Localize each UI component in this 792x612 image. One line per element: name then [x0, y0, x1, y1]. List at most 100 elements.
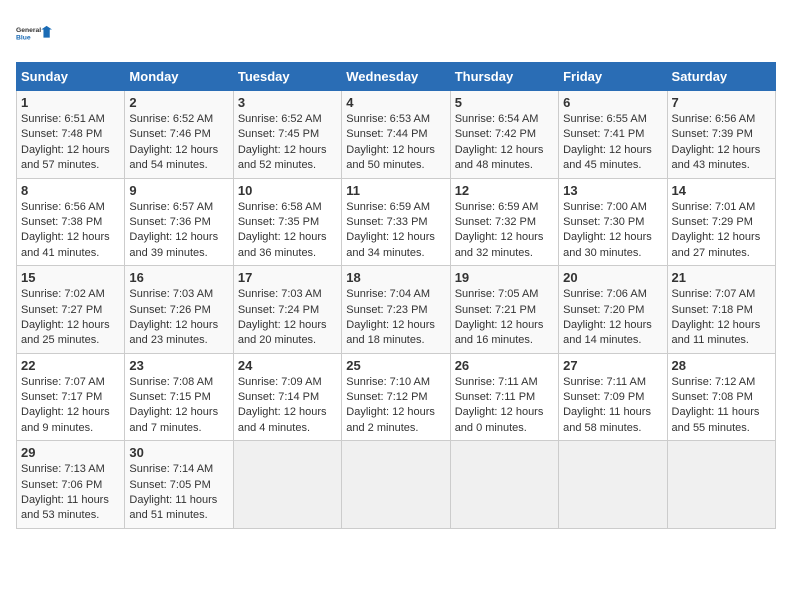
sunrise-text: Sunrise: 7:13 AM [21, 462, 120, 477]
day-number: 17 [238, 270, 337, 285]
calendar-cell: 5 Sunrise: 6:54 AM Sunset: 7:42 PM Dayli… [450, 91, 558, 179]
calendar-cell: 23 Sunrise: 7:08 AM Sunset: 7:15 PM Dayl… [125, 353, 233, 441]
sunset-text: Sunset: 7:38 PM [21, 215, 120, 230]
calendar-cell: 7 Sunrise: 6:56 AM Sunset: 7:39 PM Dayli… [667, 91, 775, 179]
day-number: 4 [346, 95, 445, 110]
sunrise-text: Sunrise: 7:05 AM [455, 287, 554, 302]
sunset-text: Sunset: 7:32 PM [455, 215, 554, 230]
daylight-text: Daylight: 12 hours and 27 minutes. [672, 230, 771, 261]
sunrise-text: Sunrise: 7:04 AM [346, 287, 445, 302]
calendar-cell: 20 Sunrise: 7:06 AM Sunset: 7:20 PM Dayl… [559, 266, 667, 354]
sunset-text: Sunset: 7:09 PM [563, 390, 662, 405]
calendar-table: SundayMondayTuesdayWednesdayThursdayFrid… [16, 62, 776, 529]
calendar-cell: 22 Sunrise: 7:07 AM Sunset: 7:17 PM Dayl… [17, 353, 125, 441]
page-header: General Blue [16, 16, 776, 52]
sunset-text: Sunset: 7:23 PM [346, 303, 445, 318]
calendar-cell: 29 Sunrise: 7:13 AM Sunset: 7:06 PM Dayl… [17, 441, 125, 529]
calendar-cell: 3 Sunrise: 6:52 AM Sunset: 7:45 PM Dayli… [233, 91, 341, 179]
sunrise-text: Sunrise: 6:52 AM [238, 112, 337, 127]
day-info: Sunrise: 7:11 AM Sunset: 7:09 PM Dayligh… [563, 375, 662, 437]
calendar-week-row: 8 Sunrise: 6:56 AM Sunset: 7:38 PM Dayli… [17, 178, 776, 266]
calendar-cell: 30 Sunrise: 7:14 AM Sunset: 7:05 PM Dayl… [125, 441, 233, 529]
daylight-text: Daylight: 12 hours and 16 minutes. [455, 318, 554, 349]
daylight-text: Daylight: 12 hours and 0 minutes. [455, 405, 554, 436]
calendar-cell: 15 Sunrise: 7:02 AM Sunset: 7:27 PM Dayl… [17, 266, 125, 354]
day-info: Sunrise: 7:06 AM Sunset: 7:20 PM Dayligh… [563, 287, 662, 349]
weekday-header-saturday: Saturday [667, 63, 775, 91]
day-number: 13 [563, 183, 662, 198]
daylight-text: Daylight: 12 hours and 23 minutes. [129, 318, 228, 349]
sunset-text: Sunset: 7:20 PM [563, 303, 662, 318]
day-number: 1 [21, 95, 120, 110]
calendar-cell [233, 441, 341, 529]
logo: General Blue [16, 16, 52, 52]
sunset-text: Sunset: 7:27 PM [21, 303, 120, 318]
calendar-week-row: 22 Sunrise: 7:07 AM Sunset: 7:17 PM Dayl… [17, 353, 776, 441]
day-info: Sunrise: 7:13 AM Sunset: 7:06 PM Dayligh… [21, 462, 120, 524]
calendar-cell: 13 Sunrise: 7:00 AM Sunset: 7:30 PM Dayl… [559, 178, 667, 266]
weekday-header-friday: Friday [559, 63, 667, 91]
sunset-text: Sunset: 7:29 PM [672, 215, 771, 230]
sunrise-text: Sunrise: 6:59 AM [346, 200, 445, 215]
daylight-text: Daylight: 11 hours and 55 minutes. [672, 405, 771, 436]
calendar-cell: 2 Sunrise: 6:52 AM Sunset: 7:46 PM Dayli… [125, 91, 233, 179]
day-number: 8 [21, 183, 120, 198]
calendar-week-row: 29 Sunrise: 7:13 AM Sunset: 7:06 PM Dayl… [17, 441, 776, 529]
daylight-text: Daylight: 12 hours and 54 minutes. [129, 143, 228, 174]
day-number: 19 [455, 270, 554, 285]
daylight-text: Daylight: 12 hours and 43 minutes. [672, 143, 771, 174]
day-info: Sunrise: 7:07 AM Sunset: 7:18 PM Dayligh… [672, 287, 771, 349]
day-info: Sunrise: 7:00 AM Sunset: 7:30 PM Dayligh… [563, 200, 662, 262]
sunset-text: Sunset: 7:44 PM [346, 127, 445, 142]
daylight-text: Daylight: 11 hours and 58 minutes. [563, 405, 662, 436]
day-number: 16 [129, 270, 228, 285]
sunset-text: Sunset: 7:21 PM [455, 303, 554, 318]
day-number: 22 [21, 358, 120, 373]
calendar-cell [559, 441, 667, 529]
sunrise-text: Sunrise: 7:14 AM [129, 462, 228, 477]
sunrise-text: Sunrise: 7:01 AM [672, 200, 771, 215]
calendar-cell: 4 Sunrise: 6:53 AM Sunset: 7:44 PM Dayli… [342, 91, 450, 179]
day-number: 7 [672, 95, 771, 110]
calendar-week-row: 15 Sunrise: 7:02 AM Sunset: 7:27 PM Dayl… [17, 266, 776, 354]
sunrise-text: Sunrise: 6:55 AM [563, 112, 662, 127]
day-info: Sunrise: 7:03 AM Sunset: 7:26 PM Dayligh… [129, 287, 228, 349]
day-number: 24 [238, 358, 337, 373]
sunset-text: Sunset: 7:33 PM [346, 215, 445, 230]
day-info: Sunrise: 6:59 AM Sunset: 7:33 PM Dayligh… [346, 200, 445, 262]
day-info: Sunrise: 7:14 AM Sunset: 7:05 PM Dayligh… [129, 462, 228, 524]
day-number: 28 [672, 358, 771, 373]
day-number: 10 [238, 183, 337, 198]
calendar-cell [342, 441, 450, 529]
sunrise-text: Sunrise: 6:58 AM [238, 200, 337, 215]
daylight-text: Daylight: 12 hours and 45 minutes. [563, 143, 662, 174]
sunset-text: Sunset: 7:17 PM [21, 390, 120, 405]
weekday-header-monday: Monday [125, 63, 233, 91]
calendar-cell [667, 441, 775, 529]
day-info: Sunrise: 6:51 AM Sunset: 7:48 PM Dayligh… [21, 112, 120, 174]
sunrise-text: Sunrise: 7:11 AM [455, 375, 554, 390]
calendar-cell: 18 Sunrise: 7:04 AM Sunset: 7:23 PM Dayl… [342, 266, 450, 354]
calendar-cell [450, 441, 558, 529]
sunset-text: Sunset: 7:48 PM [21, 127, 120, 142]
day-info: Sunrise: 7:05 AM Sunset: 7:21 PM Dayligh… [455, 287, 554, 349]
calendar-week-row: 1 Sunrise: 6:51 AM Sunset: 7:48 PM Dayli… [17, 91, 776, 179]
sunrise-text: Sunrise: 7:06 AM [563, 287, 662, 302]
calendar-cell: 12 Sunrise: 6:59 AM Sunset: 7:32 PM Dayl… [450, 178, 558, 266]
daylight-text: Daylight: 12 hours and 18 minutes. [346, 318, 445, 349]
day-info: Sunrise: 6:59 AM Sunset: 7:32 PM Dayligh… [455, 200, 554, 262]
day-info: Sunrise: 7:02 AM Sunset: 7:27 PM Dayligh… [21, 287, 120, 349]
sunset-text: Sunset: 7:39 PM [672, 127, 771, 142]
weekday-header-sunday: Sunday [17, 63, 125, 91]
daylight-text: Daylight: 12 hours and 30 minutes. [563, 230, 662, 261]
calendar-cell: 14 Sunrise: 7:01 AM Sunset: 7:29 PM Dayl… [667, 178, 775, 266]
sunset-text: Sunset: 7:45 PM [238, 127, 337, 142]
day-info: Sunrise: 6:57 AM Sunset: 7:36 PM Dayligh… [129, 200, 228, 262]
calendar-cell: 17 Sunrise: 7:03 AM Sunset: 7:24 PM Dayl… [233, 266, 341, 354]
calendar-cell: 8 Sunrise: 6:56 AM Sunset: 7:38 PM Dayli… [17, 178, 125, 266]
sunrise-text: Sunrise: 7:10 AM [346, 375, 445, 390]
weekday-header-thursday: Thursday [450, 63, 558, 91]
daylight-text: Daylight: 12 hours and 52 minutes. [238, 143, 337, 174]
sunset-text: Sunset: 7:30 PM [563, 215, 662, 230]
day-number: 15 [21, 270, 120, 285]
